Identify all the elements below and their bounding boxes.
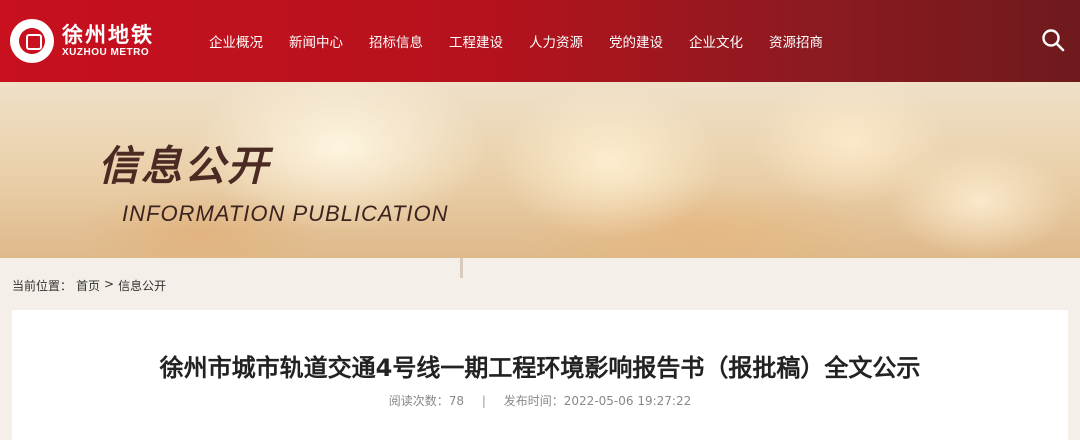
breadcrumb: 当前位置： 首页 > 信息公开 bbox=[12, 277, 166, 294]
page-banner: 信息公开 INFORMATION PUBLICATION bbox=[0, 82, 1080, 258]
logo-name-cn: 徐州地铁 bbox=[62, 23, 154, 47]
breadcrumb-bar: 当前位置： 首页 > 信息公开 bbox=[0, 258, 1080, 310]
meta-separator: | bbox=[481, 394, 486, 408]
divider bbox=[460, 258, 463, 278]
search-icon bbox=[1042, 29, 1065, 52]
nav-item-party-building[interactable]: 党的建设 bbox=[596, 31, 676, 51]
views-count: 78 bbox=[448, 394, 465, 408]
banner-title-en: INFORMATION PUBLICATION bbox=[122, 201, 449, 226]
nav-item-construction[interactable]: 工程建设 bbox=[436, 31, 516, 51]
search-button[interactable] bbox=[1040, 27, 1066, 53]
article-meta: 阅读次数：78 | 发布时间：2022-05-06 19:27:22 bbox=[12, 392, 1068, 409]
breadcrumb-current-link[interactable]: 信息公开 bbox=[118, 277, 166, 294]
published-time: 2022-05-06 19:27:22 bbox=[563, 394, 692, 408]
breadcrumb-home-link[interactable]: 首页 bbox=[76, 277, 100, 294]
nav-item-company-overview[interactable]: 企业概况 bbox=[196, 31, 276, 51]
article-panel: 徐州市城市轨道交通4号线一期工程环境影响报告书（报批稿）全文公示 阅读次数：78… bbox=[12, 310, 1068, 440]
nav-item-resource-investment[interactable]: 资源招商 bbox=[756, 31, 836, 51]
article-title: 徐州市城市轨道交通4号线一期工程环境影响报告书（报批稿）全文公示 bbox=[159, 354, 921, 382]
banner-title-cn: 信息公开 bbox=[98, 142, 270, 190]
nav-item-human-resources[interactable]: 人力资源 bbox=[516, 31, 596, 51]
main-nav: 企业概况 新闻中心 招标信息 工程建设 人力资源 党的建设 企业文化 资源招商 bbox=[196, 31, 836, 51]
logo-name-en: XUZHOU METRO bbox=[62, 47, 150, 58]
breadcrumb-separator: > bbox=[104, 277, 115, 291]
site-logo[interactable]: 徐州地铁 XUZHOU METRO bbox=[10, 17, 160, 65]
nav-item-tender-info[interactable]: 招标信息 bbox=[356, 31, 436, 51]
views-label: 阅读次数： bbox=[388, 394, 449, 408]
breadcrumb-prefix: 当前位置： bbox=[12, 279, 73, 293]
nav-item-corporate-culture[interactable]: 企业文化 bbox=[676, 31, 756, 51]
metro-logo-icon bbox=[10, 19, 54, 63]
published-label: 发布时间： bbox=[503, 394, 564, 408]
nav-item-news-center[interactable]: 新闻中心 bbox=[276, 31, 356, 51]
site-header: 徐州地铁 XUZHOU METRO 企业概况 新闻中心 招标信息 工程建设 人力… bbox=[0, 0, 1080, 82]
